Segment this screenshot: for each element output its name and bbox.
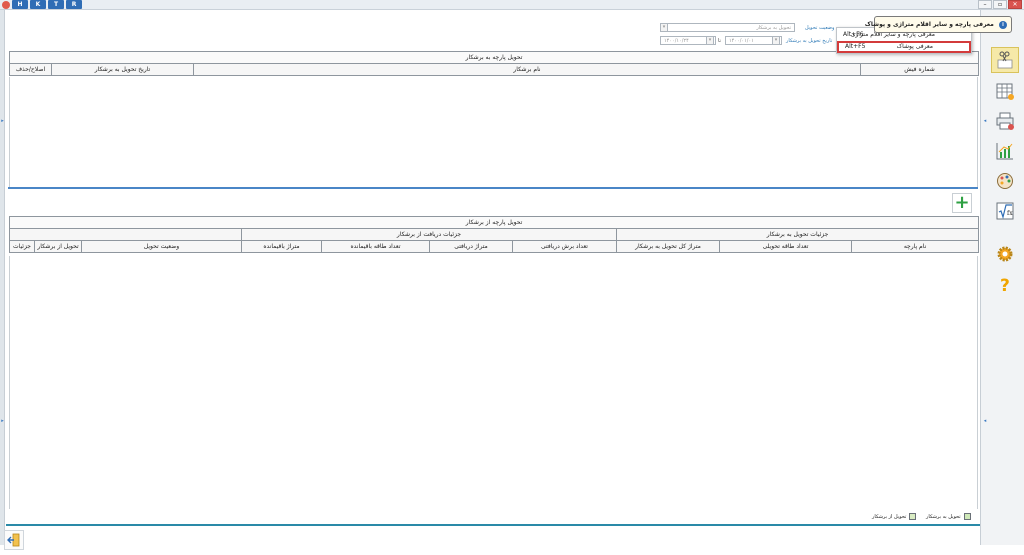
theme-button[interactable]	[991, 168, 1019, 194]
collapse-arrow-icon[interactable]: ◂	[981, 418, 989, 424]
minimize-button[interactable]: –	[978, 0, 992, 9]
group-header-empty	[9, 228, 242, 241]
app-icon	[2, 1, 10, 9]
right-toolbar: ◂ ◂ fx ?	[980, 10, 1024, 545]
close-button[interactable]: ✕	[1008, 0, 1022, 9]
chevron-down-icon[interactable]: ▾	[660, 23, 668, 32]
legend-to-cutter: تحویل به برشکار	[926, 513, 971, 520]
exit-door-icon	[7, 533, 20, 547]
svg-text:?: ?	[1000, 276, 1010, 293]
legend-from-cutter-label: تحویل از برشکار	[872, 513, 907, 520]
table-icon	[996, 83, 1014, 100]
letter-button-t[interactable]: T	[48, 0, 64, 9]
settings-button[interactable]	[991, 241, 1019, 267]
collapse-arrow-icon[interactable]: ◂	[981, 118, 989, 124]
column-header-remaining-meters[interactable]: متراژ باقیمانده	[241, 240, 322, 253]
status-combo[interactable]: تحویل به برشکار ▾	[660, 23, 795, 32]
settings-icon	[997, 246, 1013, 262]
column-header-received-cuts[interactable]: تعداد برش دریافتی	[512, 240, 617, 253]
menu-item-clothing[interactable]: Alt+F5 معرفی پوشاک	[837, 41, 971, 53]
palette-icon	[997, 173, 1013, 189]
date-label: تاریخ تحویل به برشکار	[786, 38, 833, 44]
letter-button-r[interactable]: R	[66, 0, 82, 9]
status-value: تحویل به برشکار	[756, 25, 791, 31]
delivery-from-cutter-grid: تحویل پارچه از برشکار جزئیات دریافت از ب…	[8, 216, 980, 253]
calendar-dropdown-icon[interactable]: ▾	[772, 36, 780, 45]
help-icon: ?	[1000, 276, 1010, 293]
svg-text:fx: fx	[1007, 210, 1013, 217]
fabric-definition-button[interactable]	[991, 47, 1019, 73]
column-header-remaining-rolls[interactable]: تعداد طاقه باقیمانده	[321, 240, 430, 253]
tooltip: i معرفی پارچه و سایر اقلام متراژی و پوشا…	[865, 16, 1012, 33]
formula-button[interactable]: fx	[991, 198, 1019, 224]
scissors-icon	[997, 51, 1013, 69]
add-button[interactable]: +	[952, 193, 972, 213]
column-header-received-meters[interactable]: متراژ دریافتی	[429, 240, 513, 253]
print-button[interactable]	[991, 108, 1019, 134]
legend-swatch	[909, 513, 917, 520]
letter-button-h[interactable]: H	[12, 0, 28, 9]
bottom-grid-body[interactable]	[9, 256, 978, 509]
group-header-received: جزئیات دریافت از برشکار	[241, 228, 617, 241]
menu-shortcut: Alt+F5	[845, 43, 866, 50]
date-from-value: ۱۴۰۰/۰۱/۰۱	[729, 38, 754, 44]
top-grid-body[interactable]	[9, 77, 978, 187]
delivery-to-cutter-grid: تحویل پارچه به برشکار اصلاح/حذف تاریخ تح…	[8, 51, 980, 76]
column-header-from-cutter[interactable]: تحویل از برشکار	[34, 240, 82, 253]
date-to-value: ۱۴۰۰/۱۰/۲۴	[664, 38, 689, 44]
tooltip-title: معرفی پارچه و سایر اقلام متراژی و پوشاک	[864, 21, 994, 28]
help-button[interactable]: ?	[991, 271, 1019, 297]
column-header-cutter-name[interactable]: نام برشکار	[193, 63, 861, 76]
date-to-label: تا	[718, 38, 721, 44]
expand-arrow-icon[interactable]: ▸	[0, 118, 5, 124]
expand-arrow-icon[interactable]: ▸	[0, 418, 5, 424]
status-label: وضعیت تحویل	[805, 25, 835, 31]
column-header-total-meters[interactable]: متراژ کل تحویل به برشکار	[616, 240, 720, 253]
footer-divider	[6, 524, 1024, 526]
legend-from-cutter: تحویل از برشکار	[872, 513, 917, 520]
chart-button[interactable]	[991, 138, 1019, 164]
legend-swatch	[963, 513, 971, 520]
column-header-edit[interactable]: اصلاح/حذف	[9, 63, 52, 76]
info-icon: i	[999, 20, 1007, 29]
menu-label: معرفی پوشاک	[896, 43, 933, 50]
date-from-field[interactable]: ۱۴۰۰/۰۱/۰۱ ▾	[725, 36, 782, 45]
column-header-fabric-name[interactable]: نام پارچه	[850, 240, 980, 253]
column-header-receipt-number[interactable]: شماره فیش	[859, 63, 980, 76]
column-header-details[interactable]: جزئیات	[9, 240, 35, 253]
table-button[interactable]	[991, 78, 1019, 104]
grid-caption: تحویل پارچه به برشکار	[8, 51, 980, 64]
legend-to-cutter-label: تحویل به برشکار	[926, 513, 961, 520]
title-bar: H K T R – ▫ ✕	[0, 0, 1024, 10]
left-splitter[interactable]: ▸ ▸	[0, 10, 5, 545]
column-header-delivery-date[interactable]: تاریخ تحویل به برشکار	[51, 63, 194, 76]
column-header-delivered-rolls[interactable]: تعداد طاقه تحویلی	[719, 240, 852, 253]
date-to-field[interactable]: ۱۴۰۰/۱۰/۲۴ ▾	[660, 36, 716, 45]
print-icon	[996, 112, 1014, 130]
splitter-line[interactable]	[8, 187, 978, 189]
chart-icon	[996, 143, 1013, 160]
letter-button-k[interactable]: K	[30, 0, 46, 9]
calendar-dropdown-icon[interactable]: ▾	[706, 36, 714, 45]
group-header-delivery: جزئیات تحویل به برشکار	[615, 228, 980, 241]
formula-icon: fx	[996, 202, 1014, 220]
column-header-delivery-status[interactable]: وضعیت تحویل	[81, 240, 242, 253]
restore-button[interactable]: ▫	[993, 0, 1007, 9]
grid-caption: تحویل پارچه از برشکار	[8, 216, 980, 229]
exit-button[interactable]	[4, 530, 24, 550]
